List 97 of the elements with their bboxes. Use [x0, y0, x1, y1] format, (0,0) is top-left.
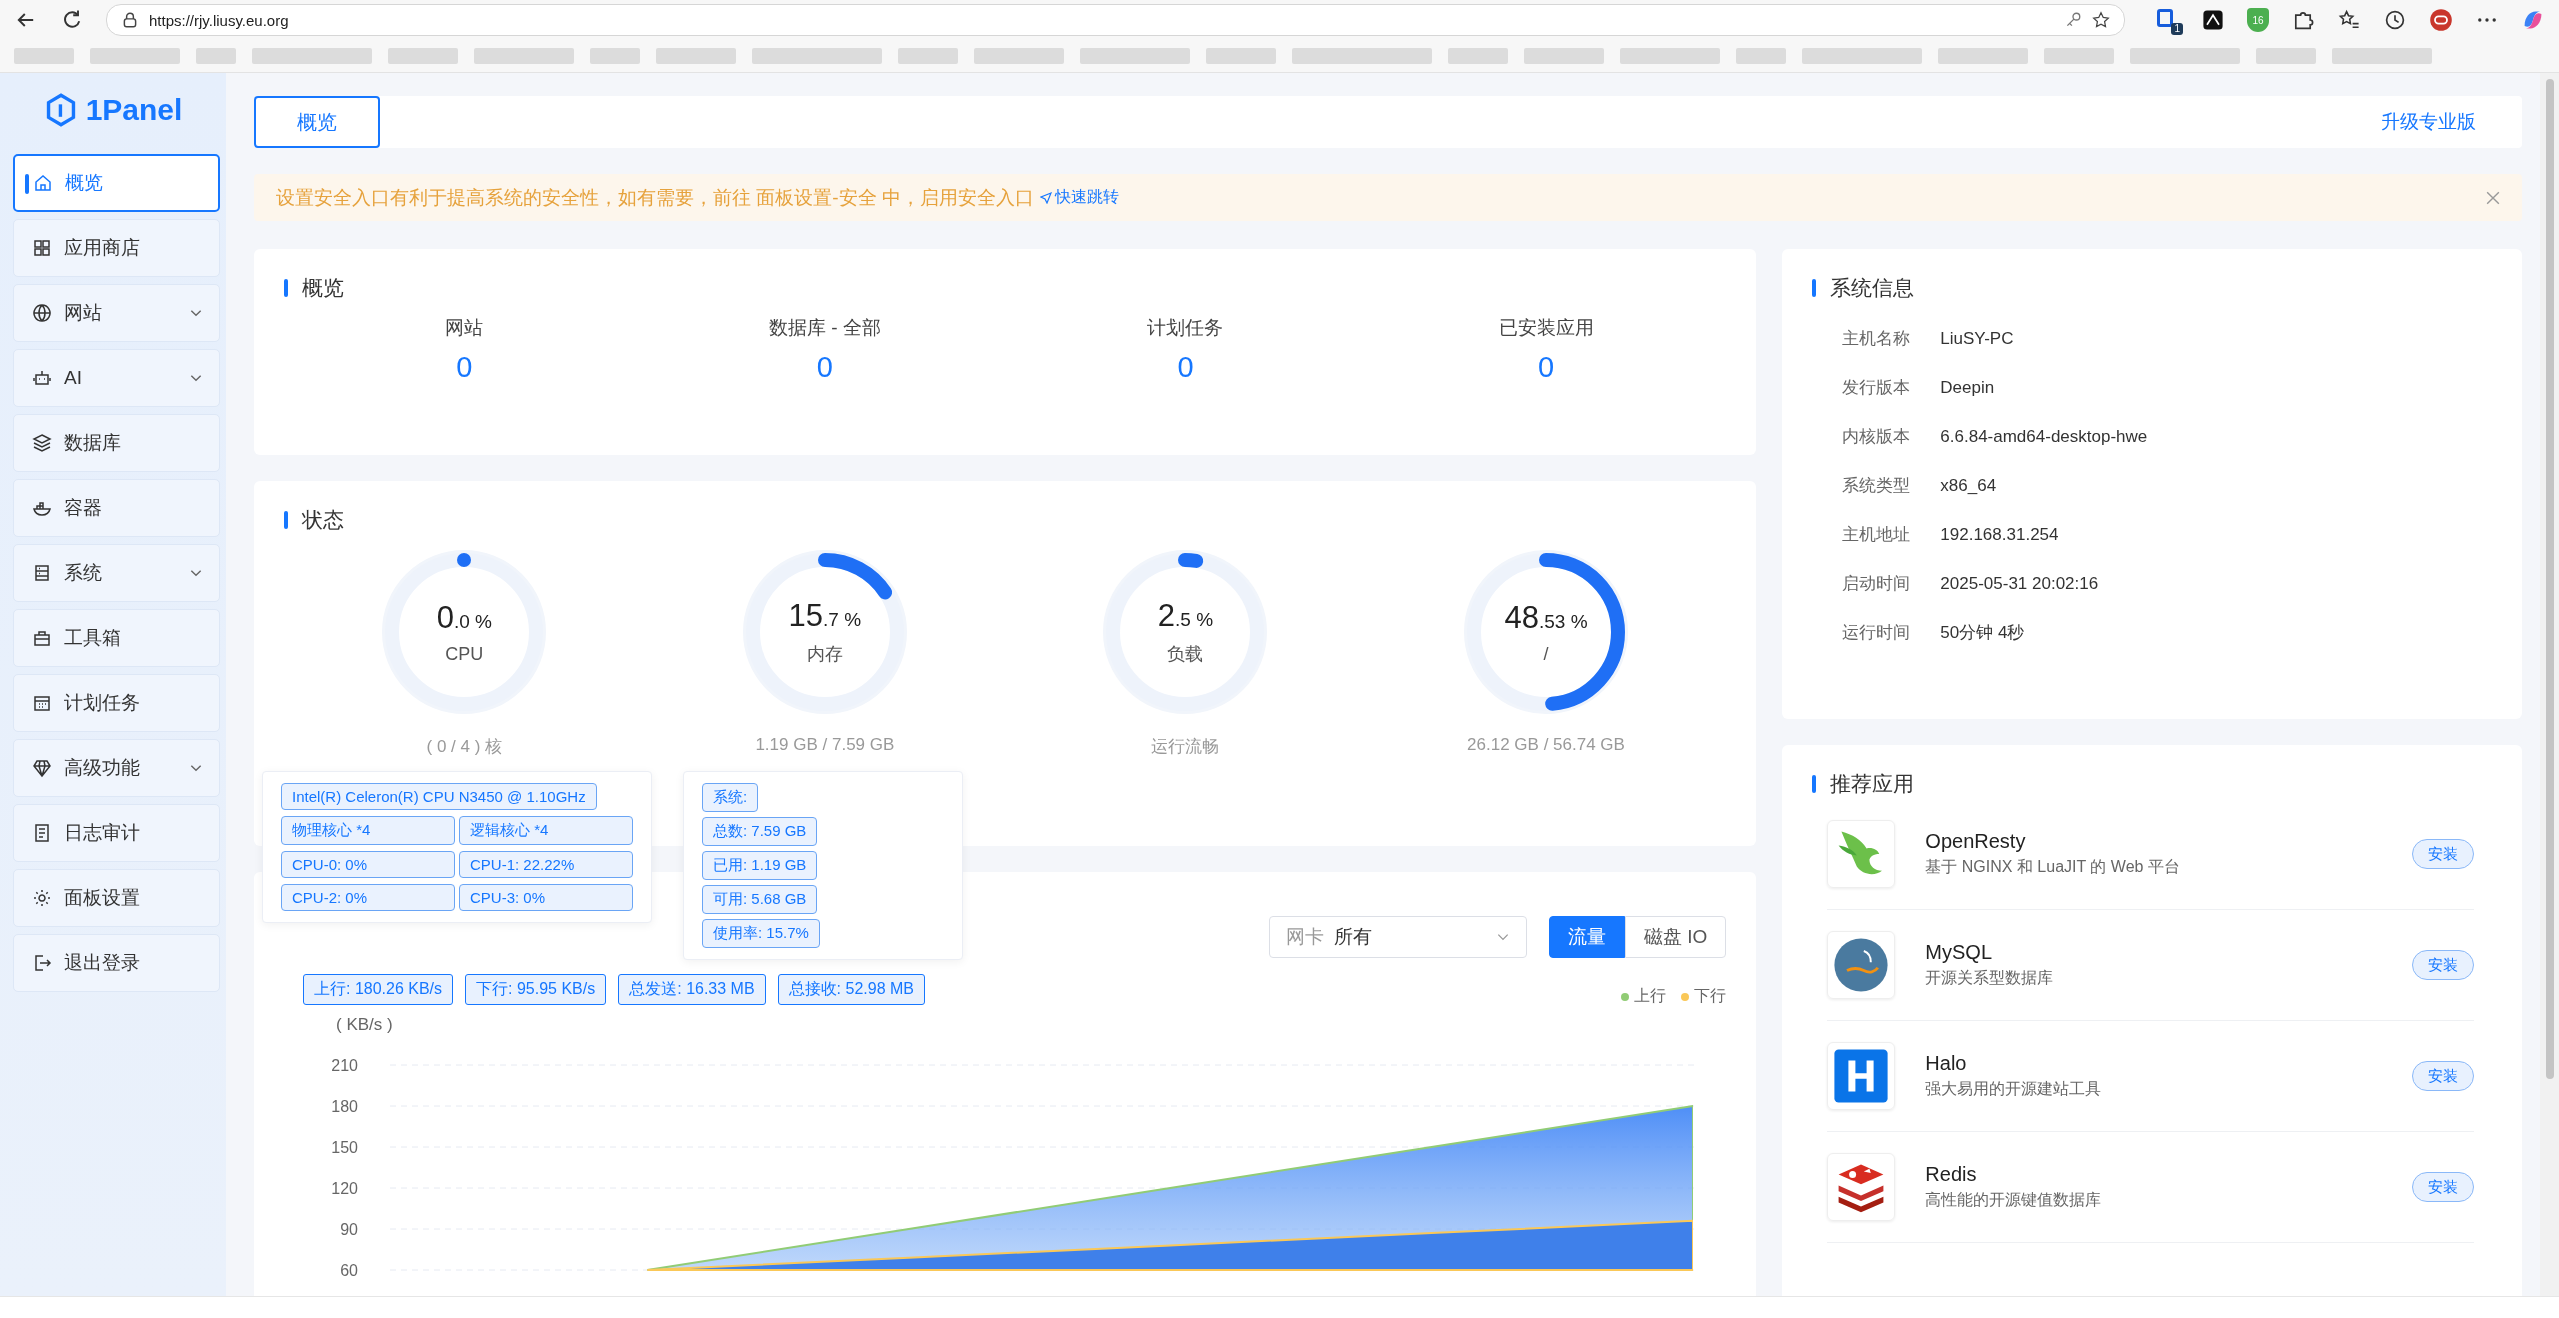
info-value: 2025-05-31 20:02:16 [1940, 573, 2099, 594]
info-tag: 系统: [702, 783, 759, 812]
gauge-detail: 1.19 GB / 7.59 GB [755, 735, 895, 755]
nav-item[interactable]: 高级功能 [13, 739, 220, 797]
info-value: x86_64 [1940, 475, 1997, 496]
toggle-button[interactable]: 流量 [1549, 916, 1625, 958]
alert-text: 设置安全入口有利于提高系统的安全性，如有需要，前往 面板设置-安全 中，启用安全入口 [276, 185, 1034, 210]
traffic-tag: 下行: 95.95 KB/s [465, 974, 607, 1005]
gauge-label: 内存 [806, 643, 843, 666]
install-button[interactable]: 安装 [2412, 1172, 2474, 1202]
stat-value[interactable]: 0 [1537, 351, 1555, 384]
nav-item[interactable]: 计划任务 [13, 674, 220, 732]
info-tag: CPU-2: 0% [281, 884, 455, 911]
nav-item[interactable]: 应用商店 [13, 219, 220, 277]
card-title: 概览 [302, 275, 344, 301]
app-name: MySQL [1925, 941, 1993, 964]
info-value: 192.168.31.254 [1940, 524, 2059, 545]
card-title: 状态 [302, 507, 344, 533]
stat-label: 计划任务 [1147, 316, 1224, 340]
info-tag: CPU-3: 0% [459, 884, 633, 911]
nav-item[interactable]: AI [13, 349, 220, 407]
legend-label: 下行 [1694, 986, 1727, 1006]
info-tag: 总数: 7.59 GB [702, 817, 818, 846]
info-tag: 已用: 1.19 GB [702, 851, 818, 880]
legend-label: 上行 [1634, 986, 1667, 1006]
install-button[interactable]: 安装 [2412, 1061, 2474, 1091]
info-label: 系统类型 [1842, 475, 1912, 497]
info-value: Deepin [1940, 377, 1995, 398]
stat-label: 网站 [445, 316, 484, 340]
app-description: 高性能的开源键值数据库 [1925, 1190, 2102, 1210]
info-tag: CPU-1: 22.22% [459, 851, 633, 878]
nav-item[interactable]: 系统 [13, 544, 220, 602]
y-tick-label: 150 [331, 1139, 358, 1156]
info-tag: 可用: 5.68 GB [702, 885, 818, 914]
gauge-detail: 26.12 GB / 56.74 GB [1467, 735, 1625, 755]
app-name: Redis [1925, 1163, 1978, 1186]
info-label: 运行时间 [1842, 622, 1912, 644]
install-button[interactable]: 安装 [2412, 950, 2474, 980]
info-label: 主机名称 [1842, 328, 1912, 350]
nav-item[interactable]: 日志审计 [13, 804, 220, 862]
nav-item[interactable]: 数据库 [13, 414, 220, 472]
traffic-tag: 总接收: 52.98 MB [777, 974, 925, 1005]
axis-label: ( KB/s ) [336, 1015, 394, 1035]
gauge-detail: 运行流畅 [1151, 736, 1220, 758]
info-tag: 使用率: 15.7% [702, 919, 820, 948]
app-name: OpenResty [1925, 830, 2027, 853]
nav-item[interactable]: 退出登录 [13, 934, 220, 992]
gauge-value: 0.0 % [436, 599, 492, 636]
install-button[interactable]: 安装 [2412, 839, 2474, 869]
toggle-button[interactable]: 磁盘 IO [1625, 916, 1727, 958]
y-tick-label: 180 [331, 1098, 358, 1115]
info-label: 主机地址 [1842, 524, 1912, 546]
app-description: 基于 NGINX 和 LuaJIT 的 Web 平台 [1925, 857, 2180, 877]
gauge-label: CPU [445, 643, 484, 665]
stat-value[interactable]: 0 [456, 351, 473, 384]
upgrade-link[interactable]: 升级专业版 [2381, 109, 2476, 135]
stat-value[interactable]: 0 [1177, 351, 1194, 384]
traffic-tag: 总发送: 16.33 MB [618, 974, 766, 1005]
info-label: 启动时间 [1842, 573, 1912, 595]
y-tick-label: 120 [331, 1180, 358, 1197]
address-field[interactable]: https://rjy.liusy.eu.org [106, 4, 2125, 36]
info-tag: CPU-0: 0% [281, 851, 455, 878]
app-description: 强大易用的开源建站工具 [1925, 1079, 2102, 1099]
tab[interactable]: 概览 [254, 96, 380, 148]
y-tick-label: 90 [340, 1221, 358, 1238]
nav-item[interactable]: 工具箱 [13, 609, 220, 667]
info-label: 内核版本 [1842, 426, 1912, 448]
card-title: 推荐应用 [1830, 771, 1915, 797]
y-tick-label: 60 [340, 1262, 358, 1279]
gauge-label: / [1543, 643, 1549, 665]
nav-item[interactable]: 概览 [13, 154, 220, 212]
info-tag: 逻辑核心 *4 [459, 816, 633, 845]
nic-select[interactable]: 网卡 所有 [1269, 916, 1527, 958]
info-tag: 物理核心 *4 [281, 816, 455, 845]
gauge-value: 2.5 % [1157, 598, 1214, 634]
info-tag: Intel(R) Celeron(R) CPU N3450 @ 1.10GHz [281, 783, 597, 810]
card-title: 系统信息 [1830, 275, 1915, 301]
nav-item[interactable]: 面板设置 [13, 869, 220, 927]
nav-item[interactable]: 容器 [13, 479, 220, 537]
stat-label: 已安装应用 [1498, 316, 1594, 340]
info-value: LiuSY-PC [1940, 328, 2014, 349]
info-value: 50分钟 4秒 [1940, 622, 2025, 644]
info-label: 发行版本 [1842, 377, 1912, 399]
nav-item[interactable]: 网站 [13, 284, 220, 342]
y-tick-label: 210 [331, 1057, 358, 1074]
app-name: Halo [1925, 1052, 1968, 1075]
app-description: 开源关系型数据库 [1925, 968, 2054, 988]
gauge-label: 负载 [1167, 643, 1204, 666]
gauge-value: 48.53 % [1504, 599, 1588, 636]
traffic-tag: 上行: 180.26 KB/s [303, 974, 454, 1005]
gauge-value: 15.7 % [788, 598, 862, 634]
quick-jump-link[interactable]: 快速跳转 [1039, 187, 1119, 208]
logo-text: 1Panel [85, 93, 183, 127]
info-value: 6.6.84-amd64-desktop-hwe [1940, 426, 2148, 447]
gauge-detail: ( 0 / 4 ) 核 [426, 736, 503, 758]
stat-label: 数据库 - 全部 [768, 316, 881, 340]
stat-value[interactable]: 0 [816, 351, 833, 384]
